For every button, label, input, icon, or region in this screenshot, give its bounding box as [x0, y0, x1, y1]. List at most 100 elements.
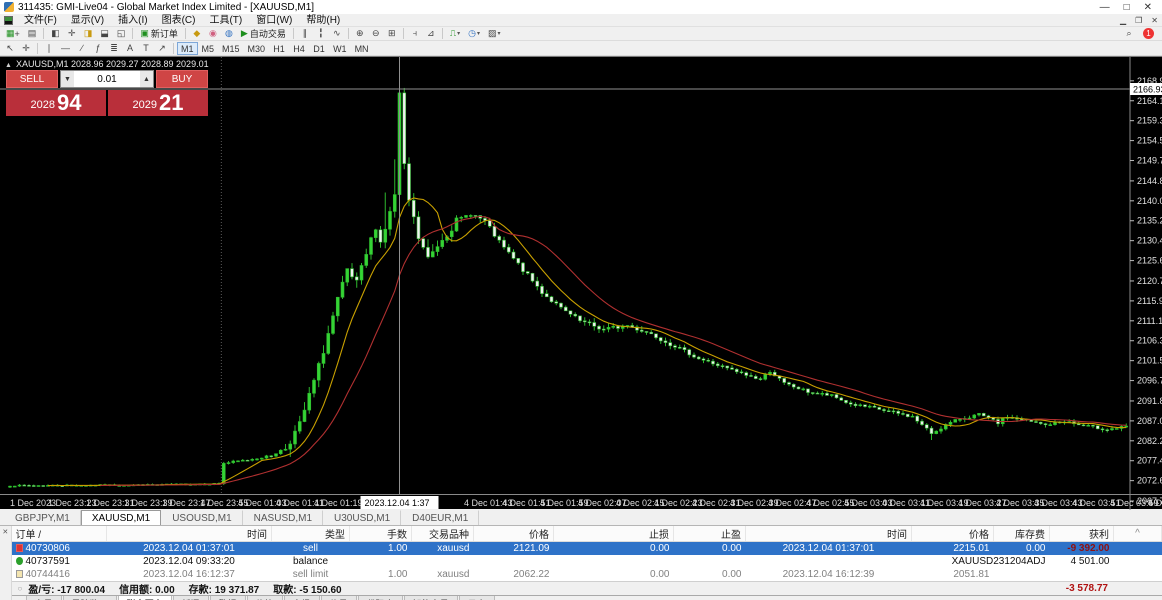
chart-tab-nasusd-m1[interactable]: NASUSD,M1	[243, 510, 323, 525]
column-header[interactable]: 止盈	[674, 526, 746, 542]
horizontal-line-icon[interactable]: ―	[58, 42, 73, 54]
volume-stepper[interactable]: ▼ 0.01 ▲	[60, 70, 154, 88]
column-header[interactable]: 止损	[554, 526, 674, 542]
label-icon[interactable]: T	[139, 42, 153, 54]
bar-chart-icon[interactable]: ∥	[298, 28, 312, 40]
crosshair-icon[interactable]: ✛	[19, 42, 33, 54]
menu-item-v[interactable]: 显示(V)	[64, 15, 111, 26]
column-header[interactable]: 手数	[350, 526, 412, 542]
column-header[interactable]: 库存费	[994, 526, 1050, 542]
menu-item-i[interactable]: 插入(I)	[111, 15, 154, 26]
column-header[interactable]: 价格	[474, 526, 554, 542]
line-chart-icon[interactable]: ∿	[330, 28, 344, 40]
mdi-minimize-button[interactable]: ▁	[1120, 16, 1126, 25]
text-icon[interactable]: A	[123, 42, 137, 54]
buy-button[interactable]: BUY	[156, 70, 208, 88]
scroll-up-icon[interactable]: ^	[1114, 526, 1162, 542]
indicators-icon[interactable]: ⎍▾	[447, 28, 463, 40]
notification-badge[interactable]: 1	[1143, 28, 1154, 39]
maximize-button[interactable]: □	[1124, 2, 1130, 13]
timeframe-h4[interactable]: H4	[289, 42, 309, 55]
terminal-tab-代码库[interactable]: 代码库	[358, 596, 403, 600]
timeframe-m1[interactable]: M1	[177, 42, 198, 55]
navigator-icon[interactable]: ◨	[81, 28, 96, 40]
chart-area[interactable]: ▲XAUUSD,M1 2028.96 2029.27 2028.89 2029.…	[0, 56, 1162, 509]
metaeditor-icon[interactable]: ◆	[190, 28, 204, 40]
terminal-tab-信号[interactable]: 信号	[321, 596, 357, 600]
volume-up-icon[interactable]: ▲	[140, 71, 153, 87]
mdi-restore-button[interactable]: ❐	[1135, 16, 1142, 25]
terminal-tab-市场[interactable]: 市场	[284, 596, 320, 600]
timeframe-w1[interactable]: W1	[329, 42, 351, 55]
terminal-tab-账户历史[interactable]: 账户历史	[118, 596, 172, 600]
chart-tab-xauusd-m1[interactable]: XAUUSD,M1	[81, 510, 161, 525]
buy-price[interactable]: 2029 21	[108, 90, 208, 116]
terminal-close-icon[interactable]: ✕	[0, 528, 11, 536]
zoom-in-icon[interactable]: ⊕	[353, 28, 367, 40]
timeframe-h1[interactable]: H1	[269, 42, 289, 55]
order-row[interactable]: 407308062023.12.04 01:37:01sell1.00xauus…	[12, 542, 1162, 555]
timeframe-mn[interactable]: MN	[351, 42, 373, 55]
order-row[interactable]: 407444162023.12.04 16:12:37sell limit1.0…	[12, 568, 1162, 581]
terminal-tab-智能交易[interactable]: 智能交易	[404, 596, 458, 600]
new-chart-icon[interactable]: ▦+	[3, 28, 23, 40]
cursor-icon[interactable]: ↖	[3, 42, 17, 54]
sell-button[interactable]: SELL	[6, 70, 58, 88]
expert-advisor-icon[interactable]: ◉	[206, 28, 220, 40]
tile-windows-icon[interactable]: ⊞	[385, 28, 399, 40]
timeframe-d1[interactable]: D1	[309, 42, 329, 55]
chart-tab-gbpjpy-m1[interactable]: GBPJPY,M1	[4, 510, 81, 525]
column-header[interactable]: 类型	[272, 526, 350, 542]
volume-down-icon[interactable]: ▼	[61, 71, 74, 87]
menu-item-h[interactable]: 帮助(H)	[299, 15, 347, 26]
mdi-close-button[interactable]: ✕	[1151, 16, 1158, 25]
chart-tab-d40eur-m1[interactable]: D40EUR,M1	[401, 510, 479, 525]
sell-price[interactable]: 2028 94	[6, 90, 106, 116]
profiles-icon[interactable]: ▤	[25, 28, 40, 40]
arrange-windows-icon[interactable]: ⫞	[408, 28, 422, 40]
price-chart[interactable]: 2168.902164.102159.302154.502149.702144.…	[0, 57, 1162, 510]
strategy-tester-icon[interactable]: ◱	[114, 28, 129, 40]
periods-icon[interactable]: ◷▾	[465, 28, 483, 40]
timeframe-m5[interactable]: M5	[198, 42, 219, 55]
terminal-tab-交易[interactable]: 交易	[26, 596, 62, 600]
data-window-icon[interactable]: ✛	[65, 28, 79, 40]
timeframe-m15[interactable]: M15	[218, 42, 244, 55]
search-icon[interactable]: ⌕	[1122, 28, 1136, 40]
volume-value[interactable]: 0.01	[74, 74, 140, 85]
close-button[interactable]: ✕	[1144, 2, 1152, 13]
autotrading-button[interactable]: ▶自动交易	[238, 28, 289, 40]
terminal-tab-日志[interactable]: 日志	[459, 596, 495, 600]
cascade-windows-icon[interactable]: ⊿	[424, 28, 438, 40]
trendline-icon[interactable]: ∕	[75, 42, 89, 54]
menu-item-w[interactable]: 窗口(W)	[249, 15, 299, 26]
column-header[interactable]: 订单 /	[12, 526, 107, 542]
templates-icon[interactable]: ▨▾	[485, 28, 504, 40]
vertical-line-icon[interactable]: ∣	[42, 42, 56, 54]
order-row[interactable]: 407375912023.12.04 09:33:20balanceXAUUSD…	[12, 555, 1162, 568]
column-header[interactable]: 交易品种	[412, 526, 474, 542]
column-header[interactable]: 获利	[1050, 526, 1114, 542]
chart-tab-u30usd-m1[interactable]: U30USD,M1	[323, 510, 401, 525]
terminal-tab-警报[interactable]: 警报	[210, 596, 246, 600]
minimize-button[interactable]: —	[1100, 2, 1110, 13]
fibonacci-icon[interactable]: ƒ	[91, 42, 105, 54]
new-order-button[interactable]: ▣新订单	[137, 28, 181, 40]
column-header[interactable]: 价格	[912, 526, 994, 542]
community-icon[interactable]: ◍	[222, 28, 236, 40]
timeframe-m30[interactable]: M30	[244, 42, 270, 55]
candlestick-chart-icon[interactable]: ╏	[314, 28, 328, 40]
terminal-tab-信箱[interactable]: 信箱	[247, 596, 283, 600]
terminal-tab-新闻[interactable]: 新闻	[173, 596, 209, 600]
zoom-out-icon[interactable]: ⊖	[369, 28, 383, 40]
column-header[interactable]: 时间	[107, 526, 272, 542]
menu-item-t[interactable]: 工具(T)	[202, 15, 249, 26]
arrows-icon[interactable]: ↗	[155, 42, 169, 54]
collapse-panel-icon[interactable]: ▲	[5, 62, 12, 69]
menu-item-c[interactable]: 图表(C)	[155, 15, 203, 26]
chart-tab-usousd-m1[interactable]: USOUSD,M1	[161, 510, 242, 525]
market-watch-icon[interactable]: ◧	[48, 28, 63, 40]
channel-icon[interactable]: ≣	[107, 42, 121, 54]
menu-item-f[interactable]: 文件(F)	[17, 15, 64, 26]
terminal-tab-风险敞口[interactable]: 风险敞口	[63, 596, 117, 600]
